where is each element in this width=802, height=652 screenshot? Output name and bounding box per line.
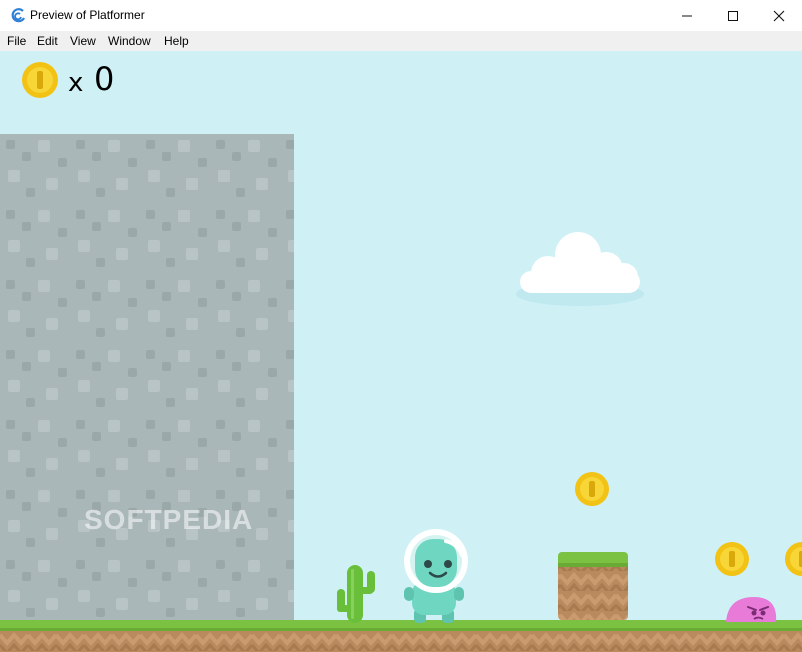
close-icon [773,10,785,21]
menu-view[interactable]: View [70,34,96,48]
menu-file[interactable]: File [7,34,26,48]
stone-wall [0,134,294,622]
menu-bar: File Edit View Window Help [0,31,802,51]
coin [575,472,609,506]
window-title: Preview of Platformer [30,8,145,22]
watermark: SOFTPEDIA [84,504,253,535]
hud-coin-count: 0 [94,60,114,98]
enemy-slime [726,597,777,622]
minimize-button[interactable] [664,0,710,31]
menu-edit[interactable]: Edit [37,34,58,48]
menu-window[interactable]: Window [108,34,151,48]
cloud [516,232,644,306]
menu-help[interactable]: Help [164,34,189,48]
cactus [337,565,375,623]
close-button[interactable] [756,0,802,31]
gdevelop-logo-icon [11,8,25,23]
grass-block [558,552,628,620]
window-titlebar: Preview of Platformer [0,0,802,32]
minimize-icon [682,15,692,16]
hud-coin-icon [22,62,58,98]
player-character [404,529,468,623]
ground [0,620,802,652]
coin [785,542,802,576]
maximize-icon [728,10,738,21]
game-scene: SOFTPEDIA x 0 [0,60,802,652]
game-canvas[interactable]: SOFTPEDIA x 0 [0,51,802,652]
hud-multiplier: x [68,68,83,98]
coin [715,542,749,576]
maximize-button[interactable] [710,0,756,31]
